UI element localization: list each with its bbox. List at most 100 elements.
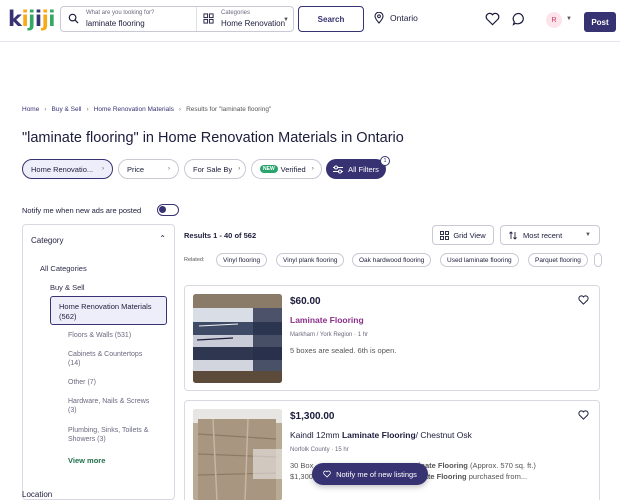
search-button[interactable]: Search xyxy=(298,6,364,32)
breadcrumb-current: Results for "laminate flooring" xyxy=(186,106,272,113)
listing-meta: Norfolk County · 15 hr xyxy=(290,447,349,453)
listing-title[interactable]: Kaindl 12mm Laminate Flooring/ Chestnut … xyxy=(290,430,472,440)
chat-icon[interactable] xyxy=(512,12,526,26)
logo-letter: k xyxy=(8,7,22,31)
chevron-right-icon: › xyxy=(168,166,170,172)
search-input[interactable]: What are you looking for? laminate floor… xyxy=(61,7,197,31)
filter-sale-by-label: For Sale By xyxy=(193,164,233,174)
top-nav-bar: kijiji What are you looking for? laminat… xyxy=(0,0,620,42)
filter-sale-by-pill[interactable]: For Sale By › xyxy=(184,159,246,179)
sidebar-item-cabinets[interactable]: Cabinets & Countertops (14) xyxy=(68,350,142,368)
location-label: Ontario xyxy=(390,13,418,23)
sort-select[interactable]: Most recent ▼ xyxy=(500,225,600,245)
category-heading[interactable]: Category xyxy=(31,236,63,245)
kijiji-logo[interactable]: kijiji xyxy=(8,7,55,31)
favorite-heart-icon[interactable] xyxy=(578,295,589,305)
related-chip-overflow[interactable] xyxy=(594,253,602,267)
sort-label: Most recent xyxy=(523,230,563,240)
chevron-down-icon: ▼ xyxy=(585,232,591,238)
grid-view-icon xyxy=(440,230,450,240)
search-icon xyxy=(68,13,79,24)
sidebar-item-count: (3) xyxy=(68,407,77,414)
category-sidebar: Category ⌃ All Categories Buy & Sell Hom… xyxy=(22,224,175,500)
notify-new-listings-label: Notify me of new listings xyxy=(336,469,417,479)
sidebar-item-hardware[interactable]: Hardware, Nails & Screws (3) xyxy=(68,397,149,415)
listing-card[interactable]: $1,300.00 Kaindl 12mm Laminate Flooring/… xyxy=(184,400,600,500)
chevron-right-icon: › xyxy=(44,106,47,113)
all-filters-label: All Filters xyxy=(348,164,379,174)
chevron-up-icon[interactable]: ⌃ xyxy=(159,234,166,243)
filter-category-pill[interactable]: Home Renovatio... › xyxy=(22,159,113,179)
chevron-right-icon: › xyxy=(311,166,314,172)
logo-letter: i xyxy=(48,7,55,31)
filter-verified-label: Verified xyxy=(280,164,306,174)
category-select[interactable]: Categories Home Renovation ▼ xyxy=(197,7,293,31)
location-selector[interactable]: Ontario xyxy=(374,12,418,24)
location-pin-icon xyxy=(374,12,384,24)
filter-category-label: Home Renovatio... xyxy=(31,164,94,174)
sidebar-item-label: Hardware, Nails & Screws xyxy=(68,398,150,405)
listing-photo[interactable] xyxy=(193,409,282,500)
view-more-link[interactable]: View more xyxy=(68,456,105,465)
search-box: What are you looking for? laminate floor… xyxy=(60,6,294,32)
grid-view-button[interactable]: Grid View xyxy=(432,225,494,245)
breadcrumb-buy-sell[interactable]: Buy & Sell xyxy=(52,106,82,113)
sidebar-item-label: Other (7) xyxy=(68,379,97,386)
sidebar-item-buy-sell[interactable]: Buy & Sell xyxy=(50,283,85,292)
chevron-down-icon[interactable]: ▼ xyxy=(566,16,572,22)
sidebar-item-label: Showers (3) xyxy=(68,436,106,443)
sort-icon xyxy=(509,230,517,240)
filter-price-pill[interactable]: Price › xyxy=(118,159,179,179)
logo-letter: j xyxy=(28,7,35,31)
chevron-right-icon: › xyxy=(178,106,182,113)
related-chip[interactable]: Used laminate flooring xyxy=(440,253,519,267)
sidebar-item-other[interactable]: Other (7) xyxy=(68,378,96,387)
results-summary: Results 1 - 40 of 562 xyxy=(184,231,257,240)
notify-new-listings-button[interactable]: Notify me of new listings xyxy=(312,463,428,485)
avatar[interactable]: R xyxy=(546,12,562,28)
desc-text: purchased from... xyxy=(466,472,528,481)
related-chip[interactable]: Vinyl flooring xyxy=(216,253,268,267)
sidebar-item-selected[interactable]: Home Renovation Materials (562) xyxy=(50,296,167,325)
page-title: "laminate flooring" in Home Renovation M… xyxy=(22,130,404,146)
category-select-label: Categories xyxy=(221,10,251,16)
listing-age: 1 hr xyxy=(357,332,369,338)
logo-letter: i xyxy=(34,7,42,31)
location-heading[interactable]: Location xyxy=(22,490,52,499)
sidebar-item-label: Cabinets & Countertops xyxy=(68,351,143,358)
desc-text: (Approx. 570 sq. ft.) xyxy=(467,461,536,470)
listing-location: Norfolk County xyxy=(290,447,330,453)
listing-price: $60.00 xyxy=(290,296,321,307)
favorite-heart-icon[interactable] xyxy=(578,410,589,420)
listing-card[interactable]: $60.00 Laminate Flooring Markham / York … xyxy=(184,285,600,391)
sidebar-item-all-categories[interactable]: All Categories xyxy=(40,264,87,273)
sidebar-item-plumbing[interactable]: Plumbing, Sinks, Toilets & Showers (3) xyxy=(68,426,148,444)
related-chip[interactable]: Vinyl plank flooring xyxy=(276,253,345,267)
listing-photo[interactable] xyxy=(193,294,282,383)
listing-title-keyword: Laminate Flooring xyxy=(341,430,416,440)
search-input-label: What are you looking for? xyxy=(86,10,155,16)
sidebar-selected-label: Home Renovation Materials xyxy=(59,302,152,311)
breadcrumb: Home › Buy & Sell › Home Renovation Mate… xyxy=(22,106,271,113)
sidebar-item-label: Plumbing, Sinks, Toilets & xyxy=(68,427,149,434)
post-ad-button[interactable]: Post xyxy=(584,12,616,32)
related-chip[interactable]: Oak hardwood flooring xyxy=(352,253,432,267)
heart-icon[interactable] xyxy=(485,12,500,26)
grid-view-label: Grid View xyxy=(453,230,486,240)
related-chip[interactable]: Parquet flooring xyxy=(528,253,588,267)
desc-text: 30 Box xyxy=(290,461,314,470)
notify-toggle[interactable] xyxy=(157,204,179,216)
filter-count-badge: 1 xyxy=(380,156,390,166)
related-label: Related: xyxy=(184,257,205,263)
sidebar-item-floors-walls[interactable]: Floors & Walls (531) xyxy=(68,331,131,340)
filter-verified-pill[interactable]: NEW Verified › xyxy=(251,159,322,179)
notify-label: Notify me when new ads are posted xyxy=(22,206,142,215)
breadcrumb-home-renovation[interactable]: Home Renovation Materials xyxy=(94,106,174,113)
chevron-right-icon: › xyxy=(102,166,104,172)
search-input-value[interactable]: laminate flooring xyxy=(86,19,145,28)
all-filters-button[interactable]: All Filters xyxy=(326,159,386,179)
listing-title[interactable]: Laminate Flooring xyxy=(290,315,364,325)
breadcrumb-home[interactable]: Home xyxy=(22,106,39,113)
sidebar-selected-count: (562) xyxy=(59,312,77,321)
chevron-down-icon: ▼ xyxy=(283,17,289,23)
